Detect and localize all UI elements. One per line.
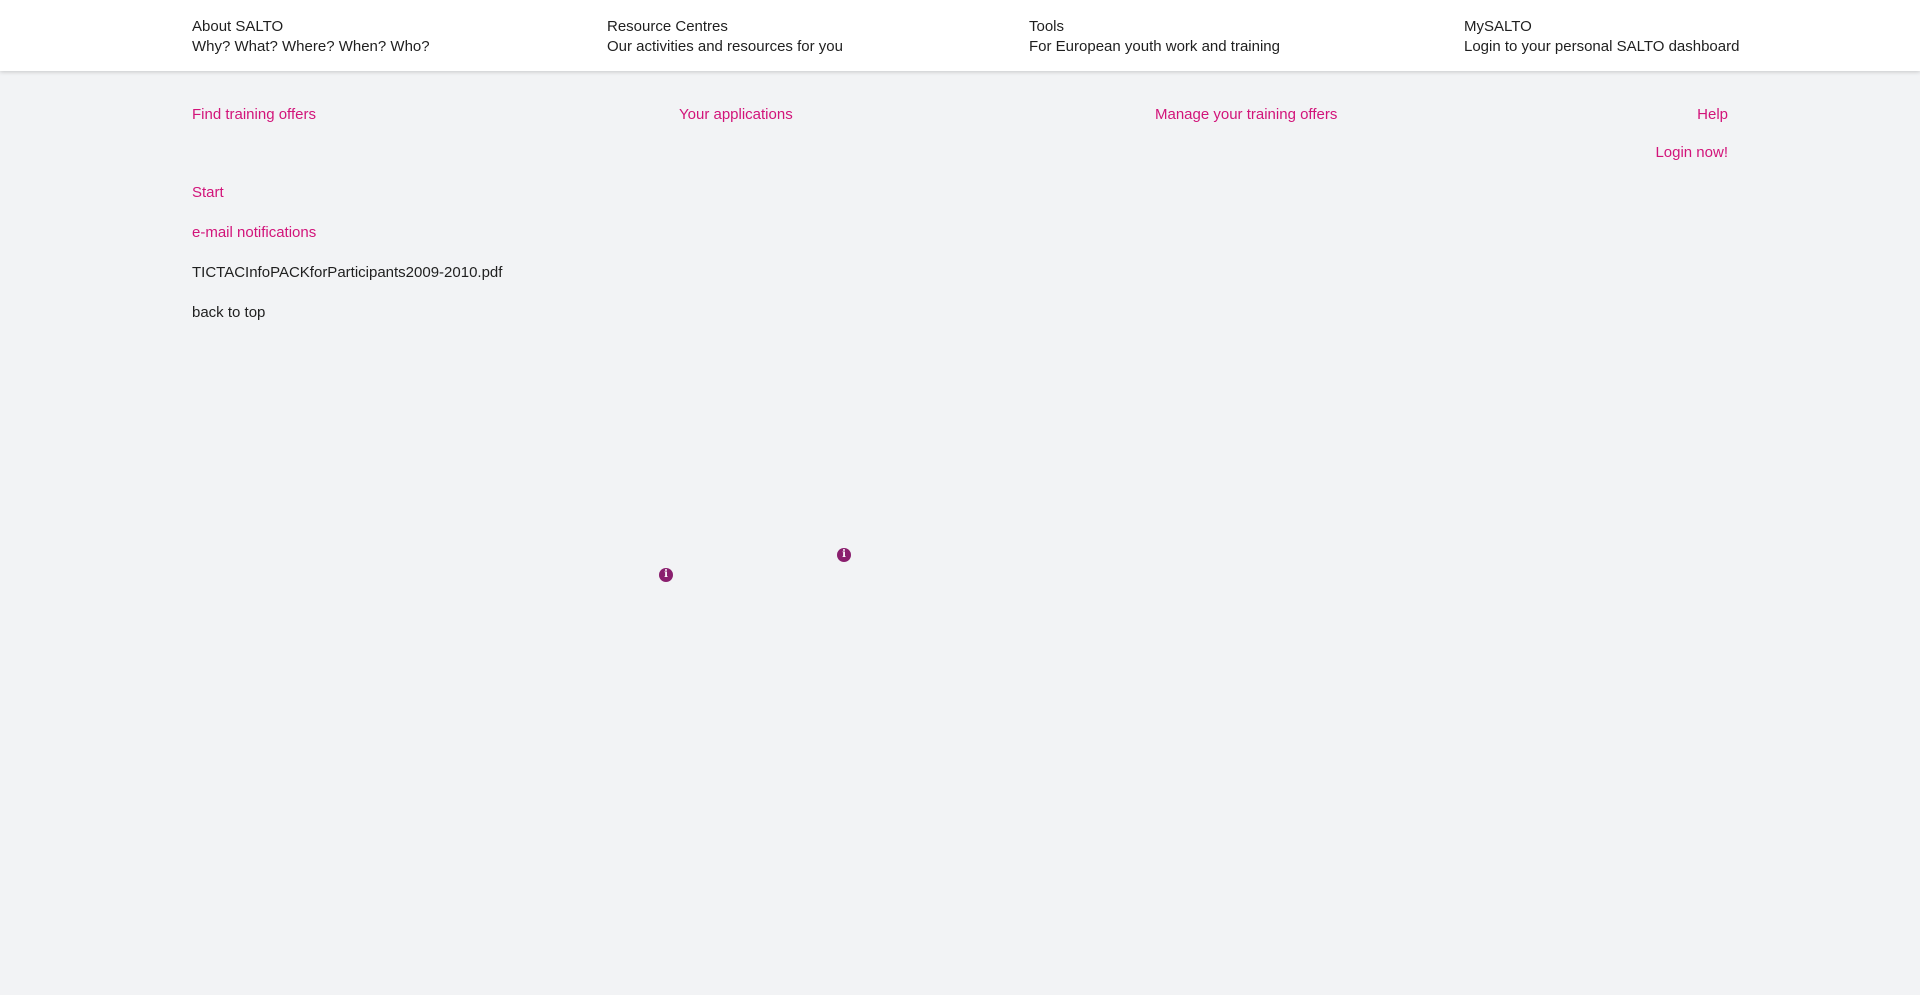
- nav-about-salto-subtitle: Why? What? Where? When? Who?: [192, 38, 430, 55]
- nav-tools[interactable]: Tools For European youth work and traini…: [1029, 17, 1280, 57]
- start-link[interactable]: Start: [192, 183, 224, 203]
- nav-tools-subtitle: For European youth work and training: [1029, 38, 1280, 55]
- your-applications-link[interactable]: Your applications: [679, 105, 793, 125]
- nav-about-salto[interactable]: About SALTO Why? What? Where? When? Who?: [192, 17, 430, 57]
- info-icon[interactable]: i: [837, 548, 851, 562]
- file-name-text: TICTACInfoPACKforParticipants2009-2010.p…: [192, 264, 503, 281]
- nav-tools-title: Tools: [1029, 18, 1065, 35]
- email-notifications-link[interactable]: e-mail notifications: [192, 223, 316, 243]
- nav-mysalto-title: MySALTO: [1464, 18, 1532, 35]
- find-training-offers-link[interactable]: Find training offers: [192, 105, 316, 125]
- nav-about-salto-title: About SALTO: [192, 18, 284, 35]
- help-link[interactable]: Help: [1697, 105, 1728, 125]
- nav-resource-centres[interactable]: Resource Centres Our activities and reso…: [607, 17, 843, 57]
- nav-resource-centres-subtitle: Our activities and resources for you: [607, 38, 843, 55]
- nav-mysalto[interactable]: MySALTO Login to your personal SALTO das…: [1464, 17, 1739, 57]
- nav-resource-centres-title: Resource Centres: [607, 18, 728, 35]
- top-navigation-bar: About SALTO Why? What? Where? When? Who?…: [0, 0, 1920, 71]
- nav-mysalto-subtitle: Login to your personal SALTO dashboard: [1464, 38, 1740, 55]
- info-icon[interactable]: i: [659, 568, 673, 582]
- manage-training-offers-link[interactable]: Manage your training offers: [1155, 105, 1337, 125]
- login-now-link[interactable]: Login now!: [1655, 143, 1728, 163]
- back-to-top-link[interactable]: back to top: [192, 303, 265, 323]
